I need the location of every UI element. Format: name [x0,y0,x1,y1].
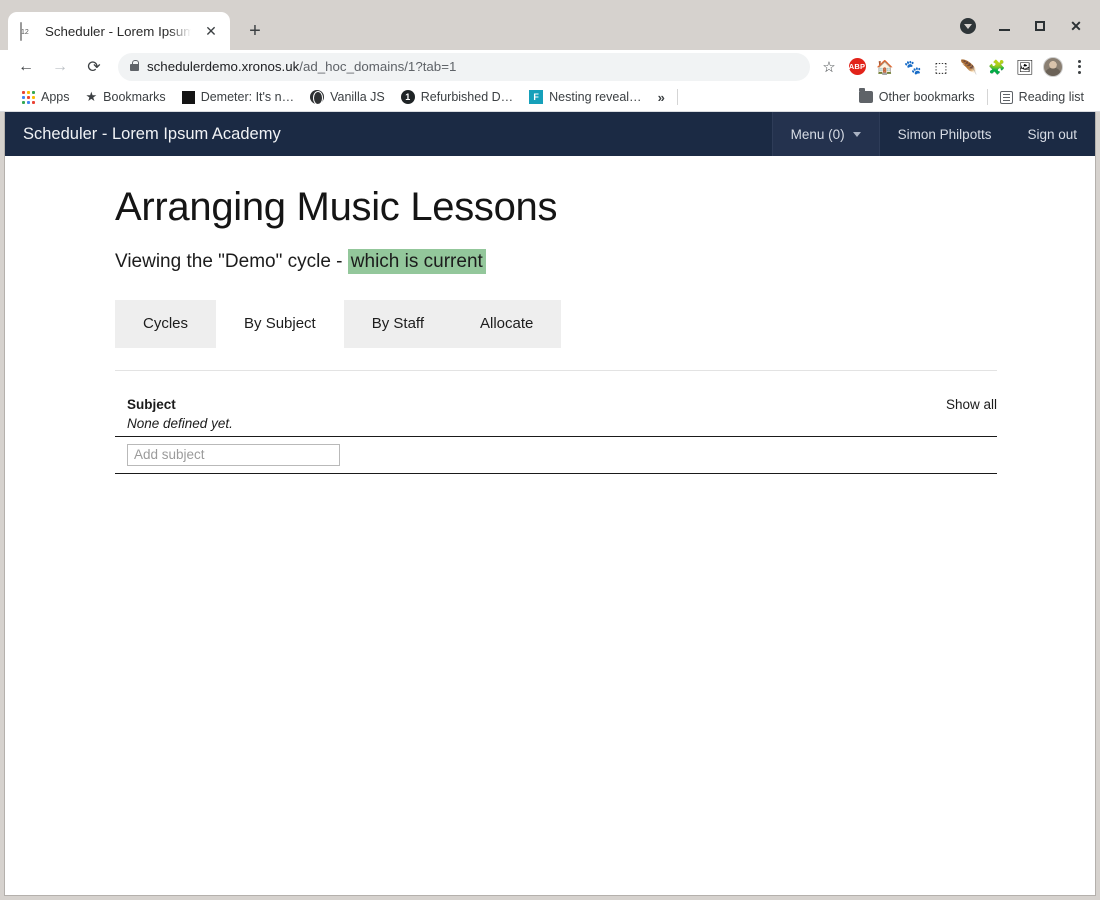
bookmark-refurbished-label: Refurbished D… [420,90,514,104]
bookmarks-overflow-icon[interactable]: » [650,90,673,105]
reload-icon[interactable]: ⟳ [80,53,108,81]
content-inner: Arranging Music Lessons Viewing the "Dem… [115,184,1083,474]
url-path: /ad_hoc_domains/1?tab=1 [299,59,457,74]
bookmarks-divider [676,89,678,105]
chevron-down-icon [852,131,861,137]
reading-list-button[interactable]: Reading list [992,87,1092,107]
maximize-button[interactable] [1022,12,1058,40]
chevron-down-circle-icon [960,18,976,34]
window-extra-button[interactable] [950,12,986,40]
cast-icon[interactable]: 🖼 [1012,54,1038,80]
show-all-link[interactable]: Show all [946,397,997,412]
page-subtitle: Viewing the "Demo" cycle - which is curr… [115,249,1083,275]
bookmark-vanilla-js[interactable]: Vanilla JS [302,87,393,107]
url-host: schedulerdemo.xronos.uk [147,59,300,74]
app-brand[interactable]: Scheduler - Lorem Ipsum Academy [5,112,772,156]
nav-menu-button[interactable]: Menu (0) [771,112,880,156]
back-icon[interactable]: ← [12,53,40,81]
calendar-icon: 12 [20,22,36,41]
bookmark-nesting-label: Nesting reveal… [549,90,642,104]
dark-circle-icon: 1 [400,90,415,104]
browser-tab-title: Scheduler - Lorem Ipsum A [45,23,191,39]
star-icon: ★ [85,89,98,104]
reading-list-icon [999,90,1013,104]
house-extension-icon[interactable]: 🏠 [872,54,898,80]
browser-toolbar: ← → ⟳ schedulerdemo.xronos.uk/ad_hoc_dom… [0,50,1100,83]
nav-menu-label: Menu (0) [790,126,845,142]
add-subject-input[interactable] [127,443,340,466]
subjects-table: Subject Show all None defined yet. [115,397,997,474]
web-page: Scheduler - Lorem Ipsum Academy Menu (0)… [5,112,1095,895]
browser-menu-icon[interactable] [1066,54,1092,80]
globe-icon [310,90,325,105]
other-bookmarks-label: Other bookmarks [878,90,975,104]
app-navbar: Scheduler - Lorem Ipsum Academy Menu (0)… [5,112,1095,156]
close-window-button[interactable]: ✕ [1058,12,1094,40]
tab-cycles[interactable]: Cycles [115,299,217,348]
page-viewport: Scheduler - Lorem Ipsum Academy Menu (0)… [4,112,1096,896]
subtitle-prefix: Viewing the "Demo" cycle - [115,251,348,272]
nav-user-name[interactable]: Simon Philpotts [880,112,1010,156]
new-tab-button[interactable]: + [240,16,270,46]
tabs-divider [115,369,997,371]
bookmark-refurbished[interactable]: 1 Refurbished D… [393,87,521,107]
black-square-icon [181,90,195,104]
page-tabs: Cycles By Subject By Staff Allocate [115,299,609,348]
minimize-button[interactable] [986,12,1022,40]
empty-state-message: None defined yet. [115,412,997,437]
tab-by-staff[interactable]: By Staff [343,299,452,348]
maximize-icon [1035,21,1045,31]
bookmark-apps-label: Apps [41,90,70,104]
reading-list-divider [986,89,988,105]
other-bookmarks-button[interactable]: Other bookmarks [851,87,983,107]
forward-icon: → [52,57,68,75]
footprint-extension-icon[interactable]: 🐾 [900,54,926,80]
avatar[interactable] [1040,54,1066,80]
tab-allocate[interactable]: Allocate [452,299,562,348]
bookmark-bookmarks-label: Bookmarks [103,90,166,104]
bookmark-vanilla-js-label: Vanilla JS [330,90,385,104]
apps-grid-icon [22,90,35,104]
page-title: Arranging Music Lessons [115,185,558,229]
close-tab-icon[interactable]: ✕ [200,20,222,42]
address-bar-url: schedulerdemo.xronos.uk/ad_hoc_domains/1… [147,59,456,74]
address-bar[interactable]: schedulerdemo.xronos.uk/ad_hoc_domains/1… [118,52,810,81]
teal-square-icon: F [529,90,544,104]
bookmark-nesting[interactable]: F Nesting reveal… [521,87,649,107]
tab-strip: 12 Scheduler - Lorem Ipsum A ✕ + ✕ [0,0,1100,50]
folder-icon [858,88,873,103]
bookmark-apps[interactable]: Apps [14,87,78,107]
add-subject-row [115,437,997,474]
minimize-icon [998,28,1010,31]
puzzle-extensions-icon[interactable]: 🧩 [984,54,1010,80]
bookmark-bookmarks[interactable]: ★ Bookmarks [78,86,174,108]
window-controls: ✕ [950,12,1094,40]
current-cycle-badge: which is current [347,249,486,274]
bookmark-star-icon[interactable]: ☆ [816,54,842,80]
browser-window: 12 Scheduler - Lorem Ipsum A ✕ + ✕ ← → ⟳… [0,0,1100,900]
lock-icon [130,60,139,71]
bookmarks-bar: Apps ★ Bookmarks Demeter: It's n… Vanill… [0,83,1100,112]
reading-list-label: Reading list [1018,90,1084,104]
feather-extension-icon[interactable]: 🪶 [956,54,982,80]
bookmark-demeter[interactable]: Demeter: It's n… [174,87,302,107]
screenshot-extension-icon[interactable]: ⬚ [928,54,954,80]
column-header-subject: Subject [127,396,176,412]
page-content: Arranging Music Lessons Viewing the "Dem… [5,184,1095,474]
nav-sign-out[interactable]: Sign out [1009,112,1095,156]
table-header-row: Subject Show all [115,397,997,412]
bookmark-demeter-label: Demeter: It's n… [200,90,295,104]
tab-by-subject[interactable]: By Subject [216,299,344,348]
adblock-plus-icon[interactable]: ABP [844,54,870,80]
browser-tab[interactable]: 12 Scheduler - Lorem Ipsum A ✕ [8,12,230,50]
app-nav-right: Menu (0) Simon Philpotts Sign out [771,112,1095,156]
